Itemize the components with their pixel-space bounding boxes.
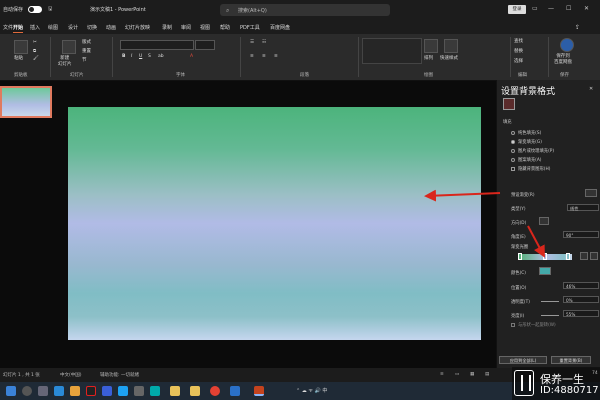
app-icon[interactable] bbox=[150, 386, 160, 396]
zoom-level[interactable]: 74 bbox=[592, 371, 598, 376]
edge-icon[interactable] bbox=[54, 386, 64, 396]
tray-icons[interactable]: ⌃ ☁ ᯤ 🔊 中 bbox=[296, 387, 327, 394]
accessibility-status[interactable]: 辅助功能: 一切就绪 bbox=[100, 372, 139, 378]
normal-view-icon[interactable]: ▭ bbox=[455, 372, 459, 377]
folder-icon[interactable] bbox=[190, 386, 200, 396]
taskbar: ⌃ ☁ ᯤ 🔊 中 bbox=[0, 382, 600, 400]
status-bar: 幻灯片 1 , 共 1 张 中文(中国) 辅助功能: 一切就绪 ≡ ▭ ▦ ▤ bbox=[0, 368, 600, 382]
notes-icon[interactable]: ≡ bbox=[440, 372, 444, 377]
language-status[interactable]: 中文(中国) bbox=[60, 372, 82, 378]
app-icon[interactable] bbox=[230, 386, 240, 396]
file-explorer-icon[interactable] bbox=[70, 386, 80, 396]
task-view-icon[interactable] bbox=[38, 386, 48, 396]
windows-start-icon[interactable] bbox=[6, 386, 16, 396]
search-icon[interactable] bbox=[22, 386, 32, 396]
app-icon[interactable] bbox=[134, 386, 144, 396]
watermark-logo-icon bbox=[514, 370, 534, 396]
folder-icon[interactable] bbox=[170, 386, 180, 396]
chrome-icon[interactable] bbox=[210, 386, 220, 396]
sorter-view-icon[interactable]: ▦ bbox=[470, 372, 474, 377]
annotation-arrows bbox=[424, 189, 545, 258]
arrow-to-slide bbox=[424, 189, 501, 202]
slide-count: 幻灯片 1 , 共 1 张 bbox=[3, 373, 40, 378]
netease-music-icon[interactable] bbox=[86, 386, 96, 396]
arrow-to-stop bbox=[527, 225, 545, 258]
app-icon[interactable] bbox=[102, 386, 112, 396]
watermark-line2: ID:4880717 bbox=[540, 385, 599, 396]
watermark: 保养一生 ID:4880717 bbox=[512, 367, 600, 400]
app-icon[interactable] bbox=[118, 386, 128, 396]
powerpoint-icon[interactable] bbox=[254, 386, 264, 396]
reading-view-icon[interactable]: ▤ bbox=[485, 372, 489, 377]
